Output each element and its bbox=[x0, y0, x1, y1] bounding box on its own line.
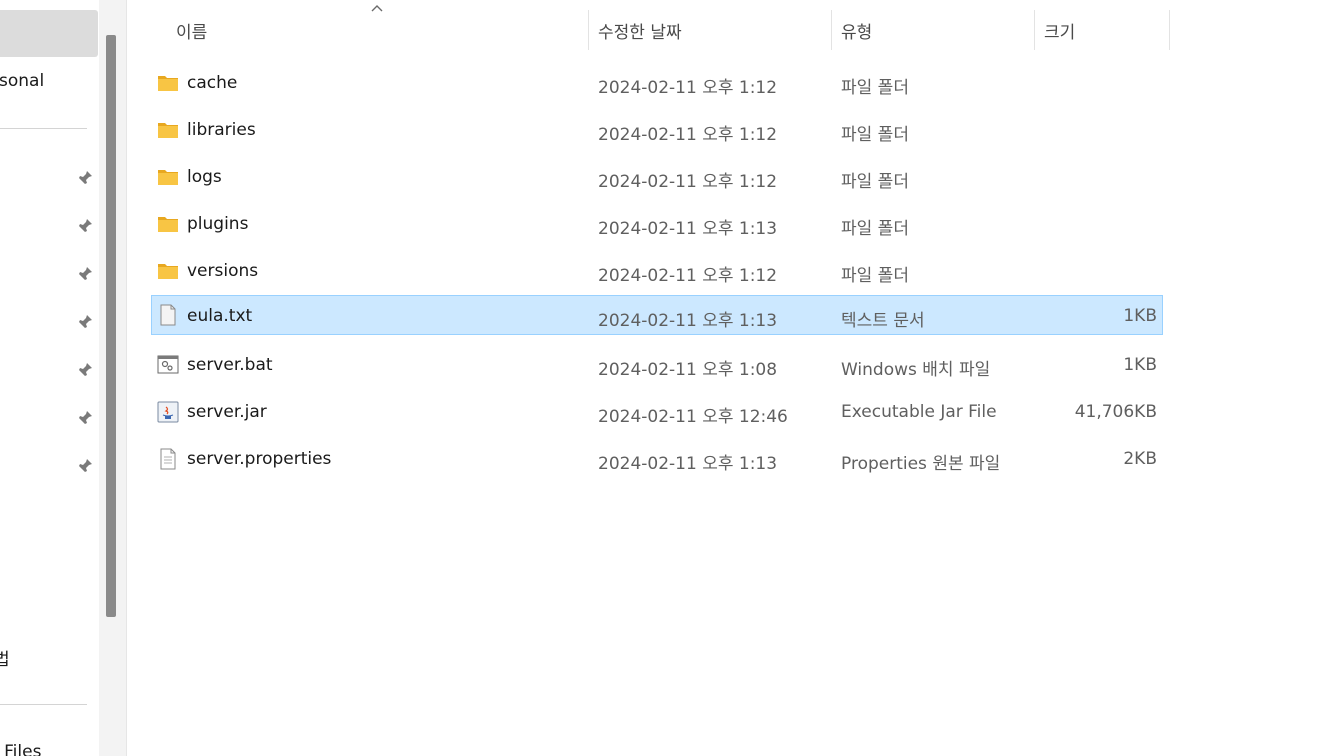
file-size: 41,706KB bbox=[1074, 402, 1157, 422]
folder-icon bbox=[157, 72, 179, 94]
file-size: 1KB bbox=[1123, 355, 1157, 375]
file-type: Executable Jar File bbox=[841, 402, 997, 422]
file-list: cache 2024-02-11 오후 1:12 파일 폴더 libraries… bbox=[0, 0, 1344, 756]
file-row[interactable]: server.bat 2024-02-11 오후 1:08 Windows 배치… bbox=[151, 345, 1163, 384]
jar-file-icon bbox=[157, 401, 179, 423]
folder-icon bbox=[157, 260, 179, 282]
file-size: 2KB bbox=[1123, 449, 1157, 469]
file-type: 파일 폴더 bbox=[841, 172, 909, 192]
folder-icon bbox=[157, 166, 179, 188]
file-type: Properties 원본 파일 bbox=[841, 454, 1001, 474]
file-name: libraries bbox=[187, 120, 256, 140]
file-modified: 2024-02-11 오후 1:13 bbox=[598, 311, 778, 331]
file-modified: 2024-02-11 오후 1:13 bbox=[598, 219, 778, 239]
document-file-icon bbox=[157, 448, 179, 470]
file-modified: 2024-02-11 오후 1:12 bbox=[598, 78, 778, 98]
file-row[interactable]: server.properties 2024-02-11 오후 1:13 Pro… bbox=[151, 439, 1163, 478]
file-type: 파일 폴더 bbox=[841, 219, 909, 239]
text-file-icon bbox=[157, 304, 179, 326]
folder-icon bbox=[157, 119, 179, 141]
file-type: Windows 배치 파일 bbox=[841, 360, 991, 380]
file-modified: 2024-02-11 오후 1:12 bbox=[598, 266, 778, 286]
file-row-selected[interactable]: eula.txt 2024-02-11 오후 1:13 텍스트 문서 1KB bbox=[151, 295, 1163, 335]
file-name: eula.txt bbox=[187, 306, 253, 326]
file-type: 파일 폴더 bbox=[841, 266, 909, 286]
file-modified: 2024-02-11 오후 12:46 bbox=[598, 407, 788, 427]
file-row[interactable]: cache 2024-02-11 오후 1:12 파일 폴더 bbox=[151, 63, 1163, 102]
file-modified: 2024-02-11 오후 1:12 bbox=[598, 125, 778, 145]
file-row[interactable]: versions 2024-02-11 오후 1:12 파일 폴더 bbox=[151, 251, 1163, 290]
batch-file-icon bbox=[157, 354, 179, 376]
file-modified: 2024-02-11 오후 1:12 bbox=[598, 172, 778, 192]
file-row[interactable]: plugins 2024-02-11 오후 1:13 파일 폴더 bbox=[151, 204, 1163, 243]
file-name: server.bat bbox=[187, 355, 273, 375]
file-type: 파일 폴더 bbox=[841, 78, 909, 98]
file-name: logs bbox=[187, 167, 222, 187]
file-size: 1KB bbox=[1123, 306, 1157, 326]
file-type: 텍스트 문서 bbox=[841, 311, 925, 331]
file-name: versions bbox=[187, 261, 259, 281]
file-name: server.properties bbox=[187, 449, 332, 469]
file-row[interactable]: libraries 2024-02-11 오후 1:12 파일 폴더 bbox=[151, 110, 1163, 149]
file-modified: 2024-02-11 오후 1:13 bbox=[598, 454, 778, 474]
file-name: server.jar bbox=[187, 402, 267, 422]
file-type: 파일 폴더 bbox=[841, 125, 909, 145]
file-row[interactable]: server.jar 2024-02-11 오후 12:46 Executabl… bbox=[151, 392, 1163, 431]
file-name: plugins bbox=[187, 214, 249, 234]
file-row[interactable]: logs 2024-02-11 오후 1:12 파일 폴더 bbox=[151, 157, 1163, 196]
file-modified: 2024-02-11 오후 1:08 bbox=[598, 360, 778, 380]
folder-icon bbox=[157, 213, 179, 235]
file-name: cache bbox=[187, 73, 238, 93]
